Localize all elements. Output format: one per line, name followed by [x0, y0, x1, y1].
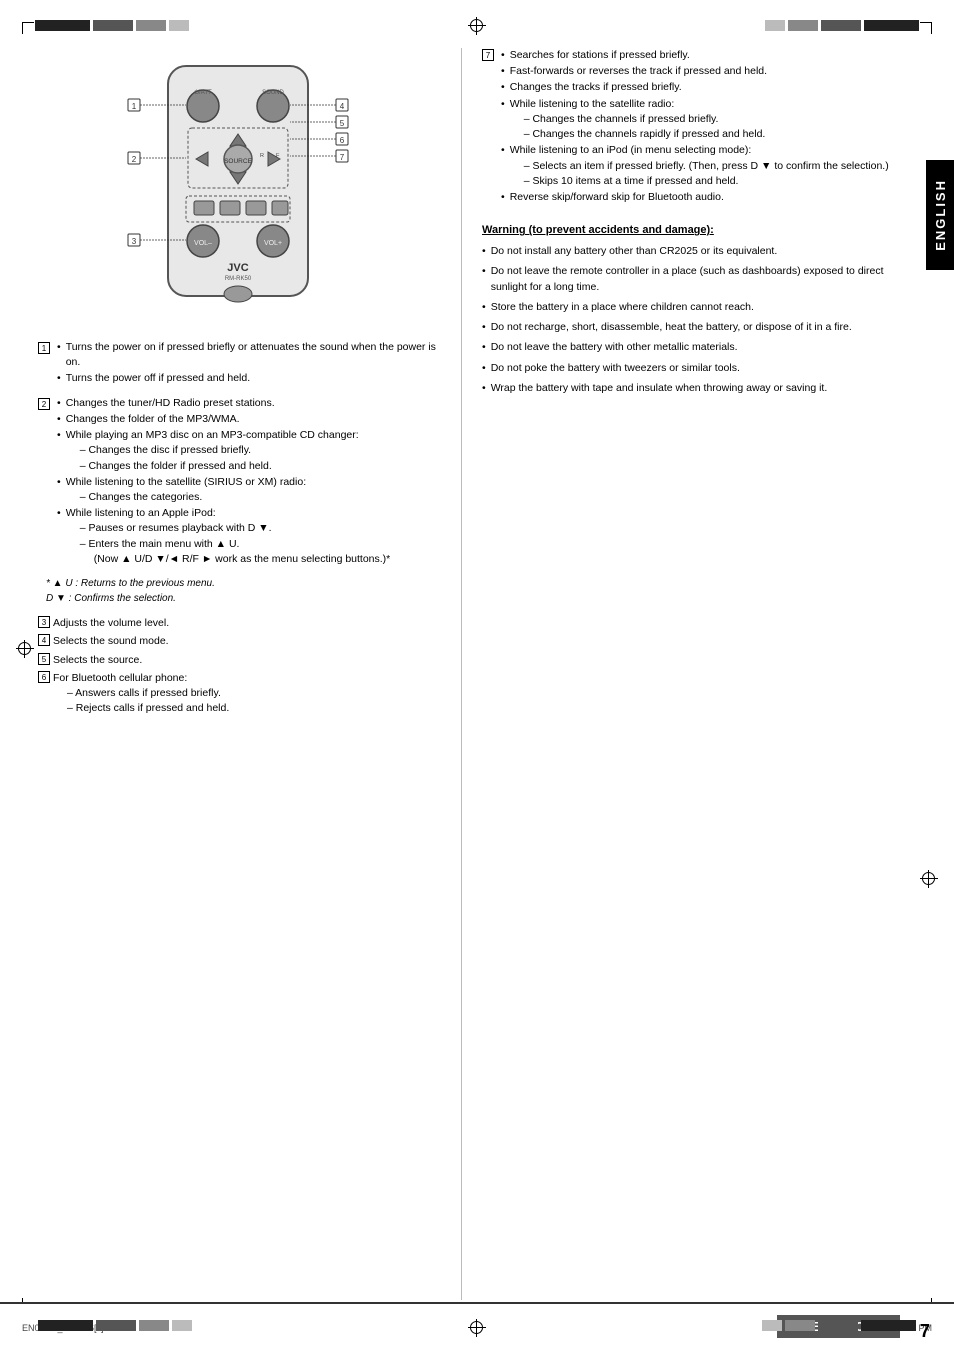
item6-dash1: – Answers calls if pressed briefly.	[53, 686, 229, 701]
right-reg-mark	[920, 870, 938, 888]
warn-item-3: • Store the battery in a place where chi…	[482, 300, 916, 315]
item2-dash3: – Changes the categories.	[66, 490, 306, 505]
warn-item-6: • Do not poke the battery with tweezers …	[482, 361, 916, 376]
svg-text:3: 3	[132, 237, 137, 246]
item2-dash2: – Changes the folder if pressed and held…	[66, 459, 359, 474]
footnote: * ▲ U : Returns to the previous menu. D …	[46, 576, 438, 606]
item7-b1: • Searches for stations if pressed brief…	[501, 48, 889, 63]
item2-num: 2	[38, 397, 53, 412]
svg-text:VOL+: VOL+	[264, 240, 282, 247]
item1-bullets: • Turns the power on if pressed briefly …	[57, 340, 438, 388]
item1-bullet1: • Turns the power on if pressed briefly …	[57, 340, 438, 370]
item7-ipod-d2: – Skips 10 items at a time if pressed an…	[510, 174, 889, 189]
svg-text:7: 7	[340, 153, 345, 162]
item2-bullet3: • While playing an MP3 disc on an MP3-co…	[57, 428, 438, 474]
item3: 3 Adjusts the volume level.	[38, 616, 438, 631]
svg-text:1: 1	[132, 102, 137, 111]
item7-num: 7	[482, 49, 497, 61]
left-reg-mark	[16, 640, 34, 658]
item2-content: • Changes the tuner/HD Radio preset stat…	[57, 396, 438, 568]
english-tab-label: ENGLISH	[933, 179, 948, 251]
warn-item-7: • Wrap the battery with tape and insulat…	[482, 381, 916, 396]
footnote-line1: * ▲ U : Returns to the previous menu.	[46, 576, 438, 591]
svg-text:R: R	[260, 153, 264, 159]
corner-tr	[920, 22, 932, 34]
svg-text:SOURCE: SOURCE	[224, 158, 252, 165]
item2-bullets: • Changes the tuner/HD Radio preset stat…	[57, 396, 438, 567]
item2-bullet1: • Changes the tuner/HD Radio preset stat…	[57, 396, 438, 411]
item7-sat-d1: – Changes the channels if pressed briefl…	[510, 112, 766, 127]
simple-items: 3 Adjusts the volume level. 4 Selects th…	[38, 616, 438, 716]
column-divider	[461, 48, 462, 1300]
item1-section: 1 • Turns the power on if pressed briefl…	[38, 340, 438, 388]
bottom-deco-bars	[38, 1318, 916, 1332]
item7-ipod-d1: – Selects an item if pressed briefly. (T…	[510, 159, 889, 174]
warn-item-1: • Do not install any battery other than …	[482, 244, 916, 259]
footnote-line2: D ▼ : Confirms the selection.	[46, 591, 438, 606]
item2-bullet4: • While listening to the satellite (SIRI…	[57, 475, 438, 505]
svg-text:RM-RK50: RM-RK50	[225, 276, 252, 282]
item2-sub: (Now ▲ U/D ▼/◄ R/F ► work as the menu se…	[66, 552, 391, 567]
item7-section: 7 • Searches for stations if pressed bri…	[482, 48, 916, 206]
warning-title: Warning (to prevent accidents and damage…	[482, 224, 916, 236]
svg-text:5: 5	[340, 119, 345, 128]
svg-text:SOUND: SOUND	[262, 90, 284, 96]
warn-item-5: • Do not leave the battery with other me…	[482, 340, 916, 355]
item2-dash1: – Changes the disc if pressed briefly.	[66, 443, 359, 458]
item7-sat-d2: – Changes the channels rapidly if presse…	[510, 127, 766, 142]
left-column: ⏻/ATT SOUND SOURCE	[38, 48, 453, 1300]
item5: 5 Selects the source.	[38, 653, 438, 668]
item7-bullets: • Searches for stations if pressed brief…	[501, 48, 889, 206]
warn-item-4: • Do not recharge, short, disassemble, h…	[482, 320, 916, 335]
item7-b6: • Reverse skip/forward skip for Bluetoot…	[501, 190, 889, 205]
item7-b4: • While listening to the satellite radio…	[501, 97, 889, 143]
item2-dash4: – Pauses or resumes playback with D ▼.	[66, 521, 391, 536]
item7-b3: • Changes the tracks if pressed briefly.	[501, 80, 889, 95]
item2-bullet2: • Changes the folder of the MP3/WMA.	[57, 412, 438, 427]
item4: 4 Selects the sound mode.	[38, 634, 438, 649]
svg-text:4: 4	[340, 102, 345, 111]
warning-list: • Do not install any battery other than …	[482, 244, 916, 396]
svg-text:JVC: JVC	[227, 262, 248, 274]
svg-text:2: 2	[132, 155, 137, 164]
svg-text:VOL–: VOL–	[194, 240, 212, 247]
svg-text:6: 6	[340, 136, 345, 145]
item6: 6 For Bluetooth cellular phone: – Answer…	[38, 671, 438, 717]
item7-b2: • Fast-forwards or reverses the track if…	[501, 64, 889, 79]
right-column: 7 • Searches for stations if pressed bri…	[470, 48, 916, 1300]
remote-image: ⏻/ATT SOUND SOURCE	[108, 56, 368, 326]
item1-bullet2: • Turns the power off if pressed and hel…	[57, 371, 438, 386]
item1-num: 1	[38, 341, 53, 356]
item2-dash5: – Enters the main menu with ▲ U.	[66, 537, 391, 552]
remote-svg: ⏻/ATT SOUND SOURCE	[108, 56, 368, 326]
corner-tl	[22, 22, 34, 34]
item2-section: 2 • Changes the tuner/HD Radio preset st…	[38, 396, 438, 568]
english-tab: ENGLISH	[926, 160, 954, 270]
page-number: 7	[920, 1321, 930, 1342]
item6-dash2: – Rejects calls if pressed and held.	[53, 701, 229, 716]
svg-text:⏻/ATT: ⏻/ATT	[194, 89, 212, 96]
item7-b5: • While listening to an iPod (in menu se…	[501, 143, 889, 189]
warning-section: Warning (to prevent accidents and damage…	[482, 224, 916, 396]
item2-bullet5: • While listening to an Apple iPod: – Pa…	[57, 506, 438, 567]
warn-item-2: • Do not leave the remote controller in …	[482, 264, 916, 294]
